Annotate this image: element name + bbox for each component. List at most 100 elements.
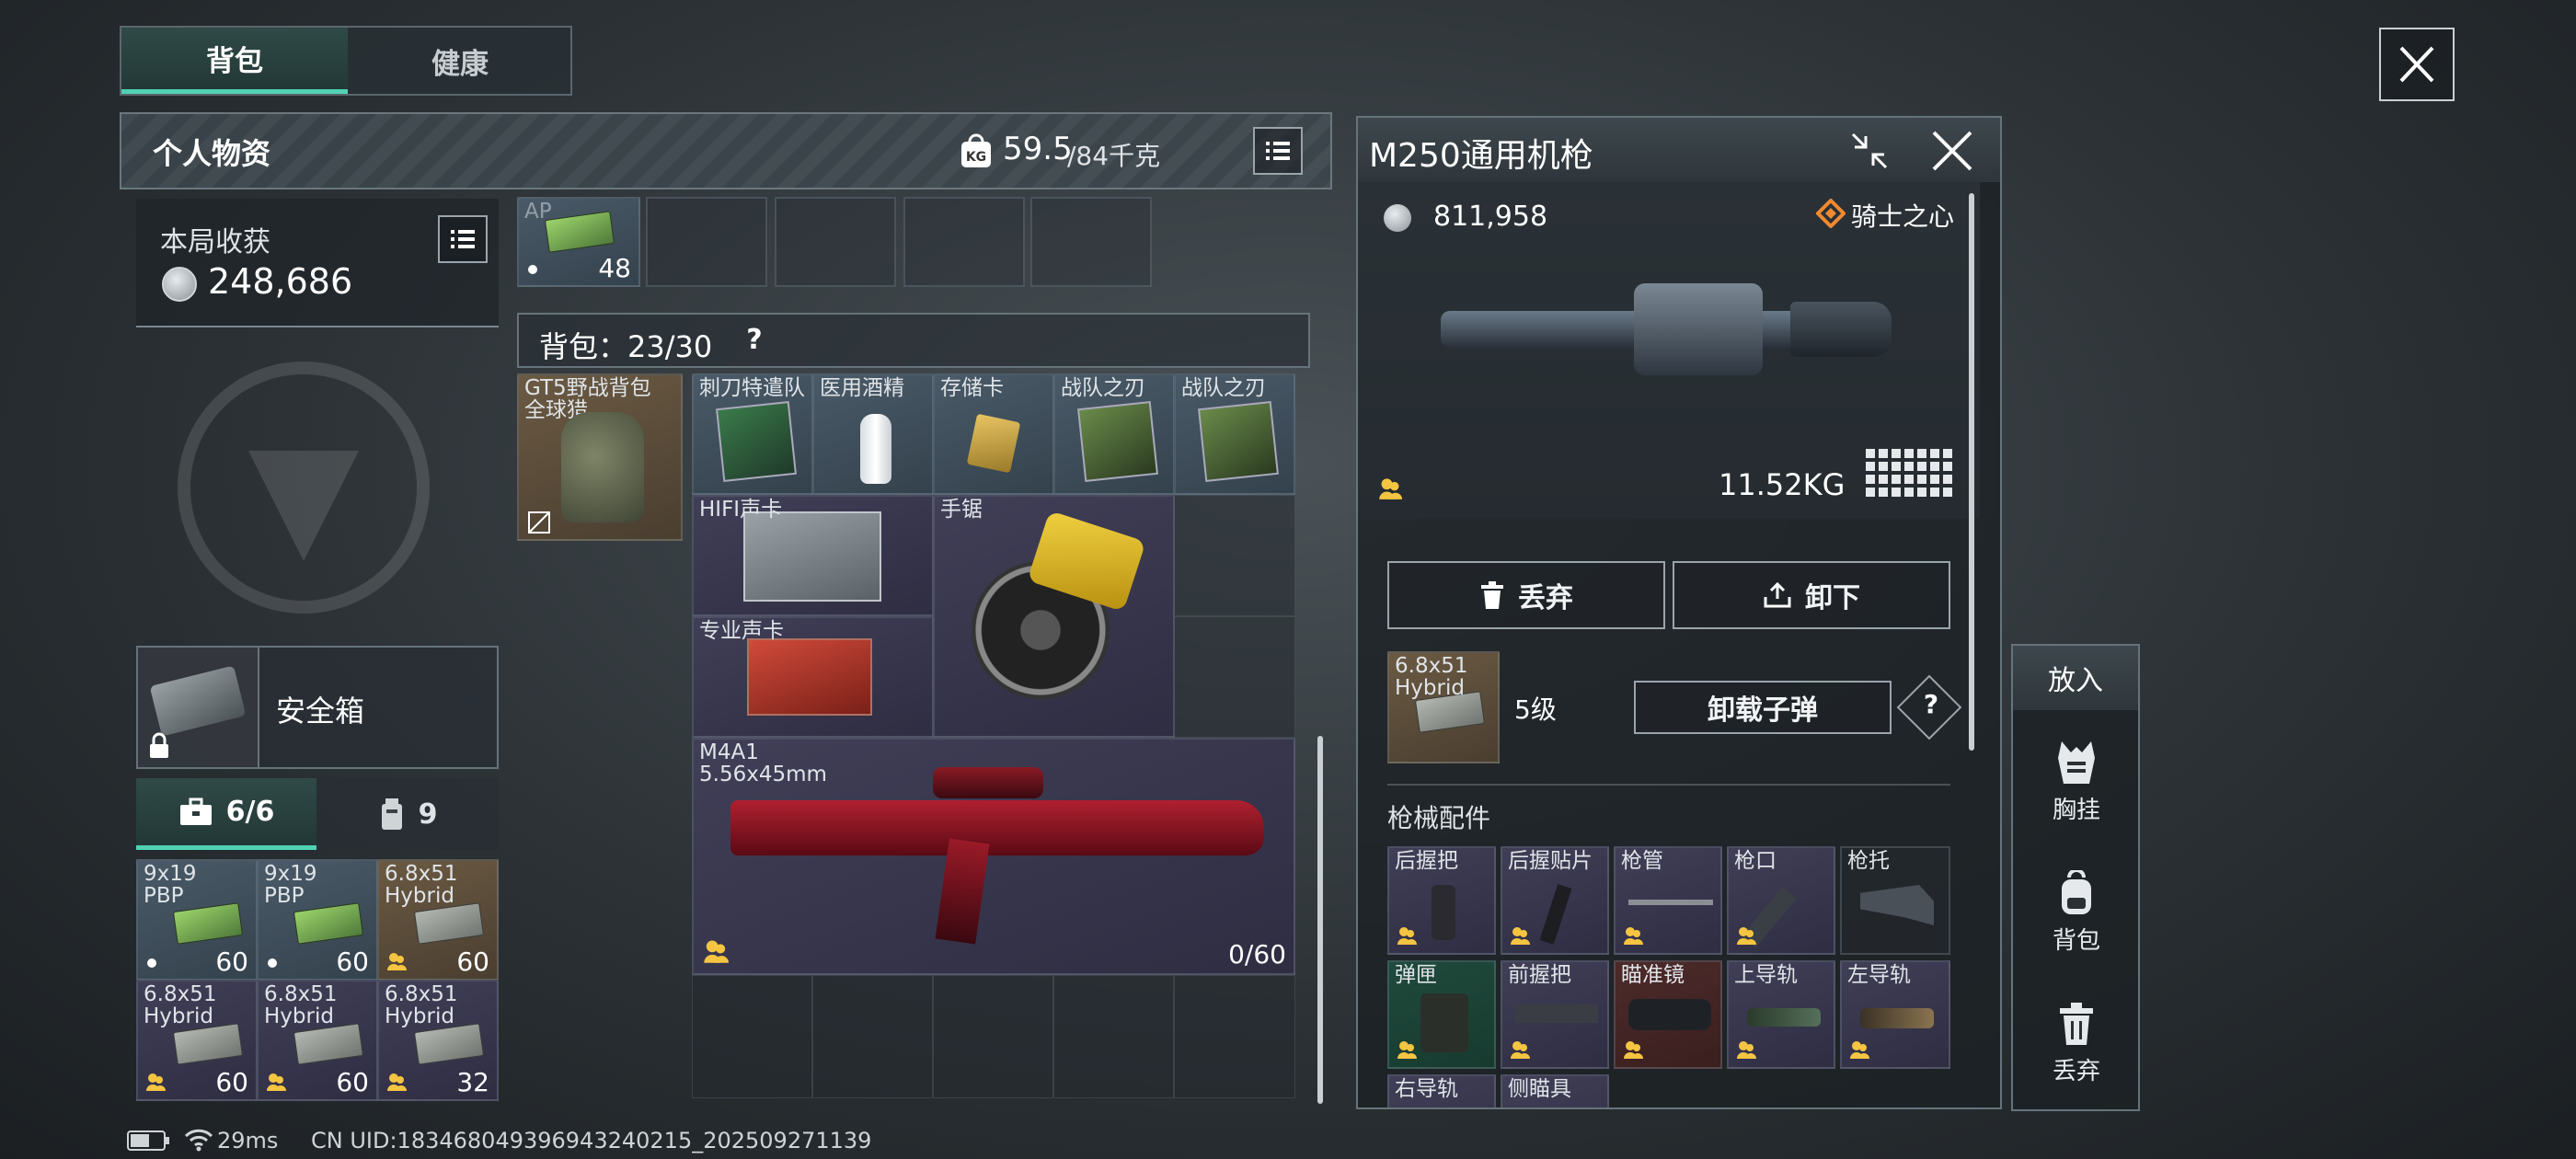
pouch-slot[interactable]: 9x19 PBP 60 (257, 859, 378, 981)
canister-icon (381, 798, 402, 830)
item-slot[interactable]: 存储卡 (933, 373, 1054, 495)
attachment-label: 后握把 (1395, 849, 1458, 873)
ammo-label: 9x19 PBP (264, 862, 317, 908)
weapon-slot[interactable]: M4A1 5.56x45mm 0/60 (692, 738, 1295, 975)
list-menu-button[interactable] (1253, 127, 1303, 175)
item-slot[interactable]: 手锯 (933, 495, 1175, 738)
pouch-slot[interactable]: 6.8x51 Hybrid 32 (377, 980, 499, 1101)
discard-button[interactable]: 丢弃 (1387, 561, 1665, 629)
ammo-count: 60 (456, 947, 489, 977)
earnings-list-button[interactable] (438, 215, 488, 263)
item-label: AP (524, 200, 552, 224)
squad-icon (704, 940, 729, 963)
loaded-ammo-slot[interactable]: 6.8x51 Hybrid (1387, 651, 1500, 763)
chest-rig-button[interactable]: 胸挂 (2013, 740, 2140, 825)
sound-card-image (747, 638, 872, 716)
pouch-tab-ammo[interactable]: 6/6 (136, 778, 316, 850)
item-label: 手锯 (940, 498, 983, 522)
magazine-image (1420, 993, 1468, 1052)
empty-slot[interactable] (775, 197, 896, 287)
item-label: 专业声卡 (699, 619, 784, 643)
attachment-label: 枪口 (1734, 849, 1777, 873)
attachment-slot-side-sight[interactable]: 侧瞄具 (1501, 1074, 1609, 1107)
pouch-tab-canister[interactable]: 9 (316, 778, 499, 850)
attachment-slot-left-rail[interactable]: 左导轨 (1840, 960, 1950, 1069)
help-icon[interactable]: ? (736, 322, 773, 359)
grip-image (1432, 885, 1455, 940)
discard-label: 丢弃 (1518, 582, 1573, 614)
rifle-scope-image (933, 767, 1043, 798)
pouch-slot[interactable]: 6.8x51 Hybrid 60 (377, 859, 499, 981)
weight-max: /84千克 (1067, 141, 1161, 171)
item-slot[interactable]: HIFI声卡 (692, 495, 934, 616)
attachment-label: 瞄准镜 (1621, 963, 1685, 987)
dot-icon (147, 958, 156, 968)
personal-header: 个人物资 KG 59.5 /84千克 (120, 112, 1332, 189)
attachment-slot-rear-grip[interactable]: 后握把 (1387, 846, 1496, 955)
item-slot[interactable]: 战队之刃 (1174, 373, 1295, 495)
backpack-scrollbar[interactable] (1317, 736, 1323, 1104)
rail-light-image (1747, 1008, 1821, 1027)
earnings-label: 本局收获 (160, 226, 270, 258)
tab-bar: 背包 健康 (120, 26, 572, 96)
weight-value: 59.5 (1003, 131, 1073, 167)
ammo-box-image (293, 902, 364, 945)
backpack-image (561, 412, 644, 522)
squad-icon (1737, 927, 1756, 945)
ammo-box-image (172, 902, 244, 945)
close-icon[interactable] (1928, 127, 1976, 175)
divider (1387, 784, 1950, 786)
tab-health[interactable]: 健康 (348, 28, 572, 94)
weapon-header: M250通用机枪 (1358, 118, 2000, 182)
scope-image (1628, 999, 1711, 1030)
pouch-slot[interactable]: 6.8x51 Hybrid 60 (136, 980, 258, 1101)
empty-slot[interactable] (1030, 197, 1152, 287)
squad-icon (1624, 927, 1643, 945)
attachment-slot-right-rail[interactable]: 右导轨 (1387, 1074, 1496, 1107)
attachment-slot-scope[interactable]: 瞄准镜 (1614, 960, 1722, 1069)
attachment-slot-muzzle[interactable]: 枪口 (1727, 846, 1835, 955)
top-item-slot[interactable]: AP 48 (517, 197, 640, 287)
ammo-count: 60 (215, 1067, 248, 1097)
item-count: 48 (598, 253, 631, 283)
weapon-weight: 11.52KG (1719, 467, 1846, 502)
pouch-slot[interactable]: 6.8x51 Hybrid 60 (257, 980, 378, 1101)
machine-gun-stock-image (1790, 302, 1892, 357)
discard-side-button[interactable]: 丢弃 (2013, 1001, 2140, 1086)
ammo-count: 32 (456, 1067, 489, 1097)
tab-backpack[interactable]: 背包 (121, 28, 348, 94)
attachment-slot-stock[interactable]: 枪托 (1840, 846, 1950, 955)
squad-icon (1737, 1041, 1756, 1059)
ammo-box-image (413, 1023, 485, 1065)
empty-slot[interactable] (903, 197, 1025, 287)
safe-box[interactable]: 安全箱 (136, 646, 499, 769)
item-slot[interactable]: 刺刀特遣队 (692, 373, 813, 495)
detail-scrollbar[interactable] (1969, 193, 1974, 751)
attachment-label: 后握贴片 (1508, 849, 1593, 873)
attachment-slot-magazine[interactable]: 弹匣 (1387, 960, 1496, 1069)
item-slot[interactable]: 医用酒精 (812, 373, 934, 495)
pouch-slot[interactable]: 9x19 PBP 60 (136, 859, 258, 981)
unload-ammo-button[interactable]: 卸载子弹 (1634, 681, 1892, 734)
close-window-button[interactable] (2379, 28, 2455, 101)
ammo-box-image (544, 211, 615, 253)
backpack-equipment-slot[interactable]: GT5野战背包 全球猎 (517, 373, 683, 541)
item-slot[interactable]: 战队之刃 (1053, 373, 1175, 495)
empty-slot[interactable] (646, 197, 767, 287)
squad-icon (1379, 478, 1402, 499)
unequip-button[interactable]: 卸下 (1673, 561, 1950, 629)
weapon-ammo-count: 0/60 (1228, 939, 1286, 970)
ammo-box-image (172, 1023, 244, 1065)
svg-text:KG: KG (966, 150, 986, 165)
attachment-slot-foregrip[interactable]: 前握把 (1501, 960, 1609, 1069)
ammo-label: 6.8x51 Hybrid (264, 982, 338, 1028)
collapse-icon[interactable] (1846, 127, 1893, 175)
patch-image (1539, 884, 1572, 945)
unequip-label: 卸下 (1805, 582, 1860, 614)
attachment-slot-top-rail[interactable]: 上导轨 (1727, 960, 1835, 1069)
backpack-button[interactable]: 背包 (2013, 870, 2140, 956)
attachment-slot-grip-patch[interactable]: 后握贴片 (1501, 846, 1609, 955)
attachment-slot-barrel[interactable]: 枪管 (1614, 846, 1722, 955)
safe-box-label: 安全箱 (276, 694, 365, 729)
item-slot[interactable]: 专业声卡 (692, 616, 934, 738)
